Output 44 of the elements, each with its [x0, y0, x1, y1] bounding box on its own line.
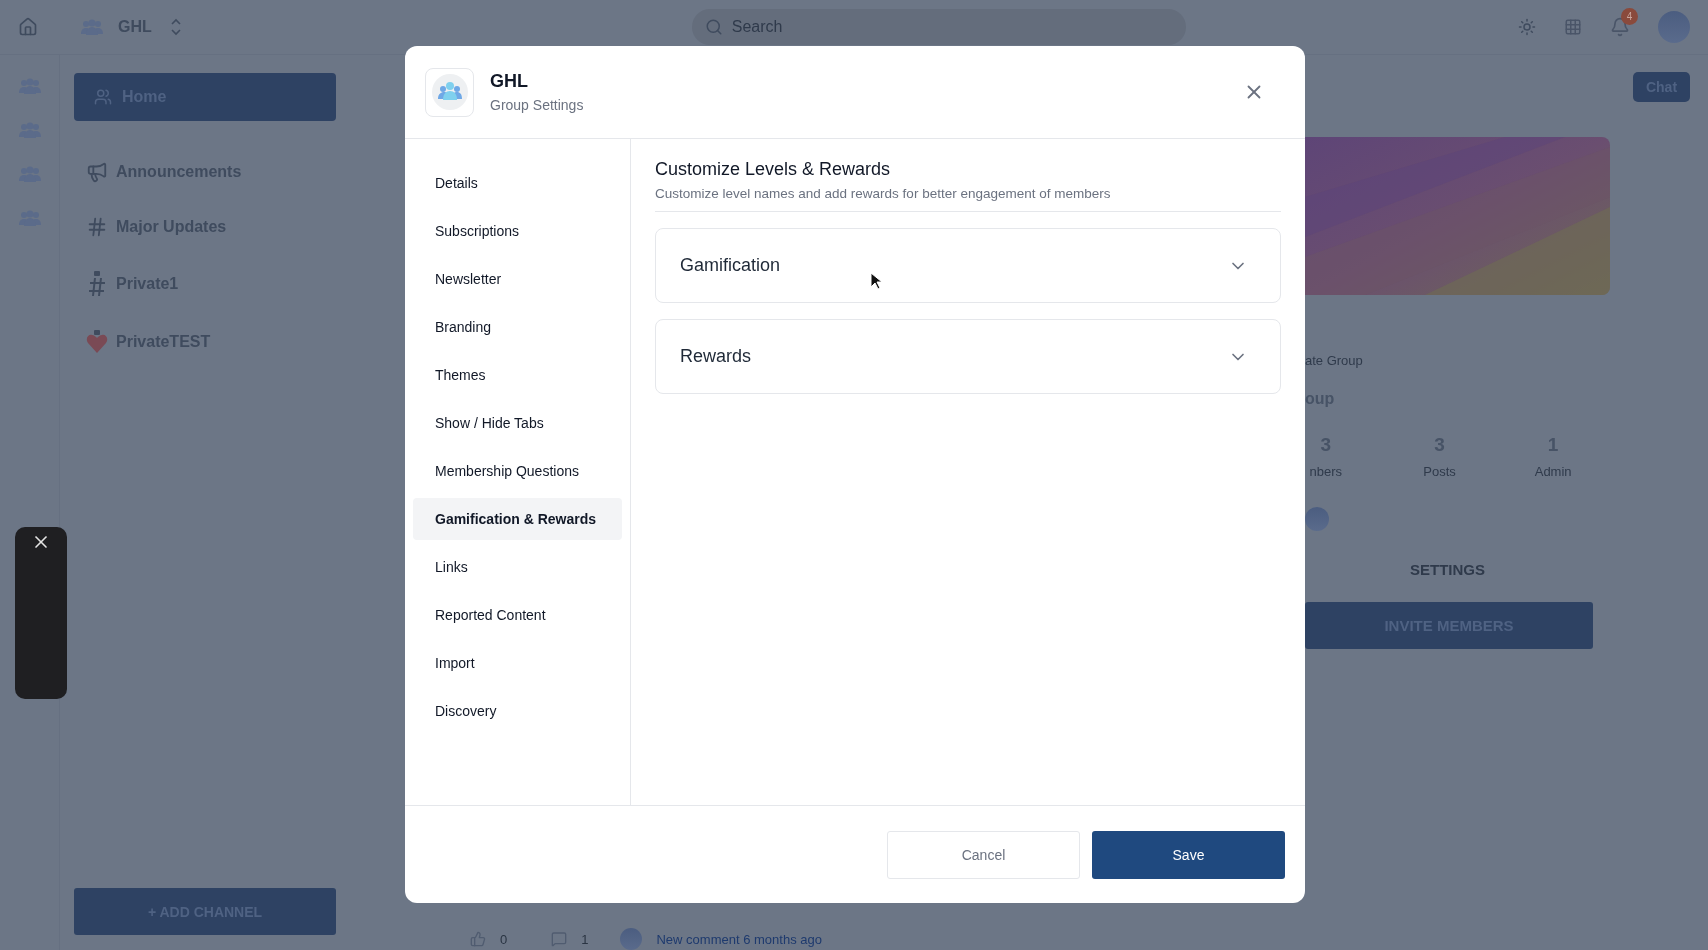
settings-nav-item[interactable]: Show / Hide Tabs — [413, 402, 622, 444]
megaphone-icon — [86, 161, 108, 183]
stat-label: Posts — [1423, 464, 1456, 479]
stat-label: nbers — [1309, 464, 1343, 479]
hash-icon — [86, 216, 108, 238]
home-icon[interactable] — [18, 17, 38, 37]
group-logo — [425, 67, 474, 117]
accordion-header[interactable]: Rewards — [655, 319, 1281, 394]
settings-nav-item[interactable]: Gamification & Rewards — [413, 498, 622, 540]
stat-label: Admin — [1534, 464, 1572, 479]
search-icon — [704, 18, 723, 36]
settings-nav-item[interactable]: Discovery — [413, 690, 622, 732]
dialog-subtitle: Group Settings — [490, 97, 584, 113]
avatar — [620, 928, 643, 950]
dialog-title: GHL — [490, 71, 529, 92]
save-button[interactable]: Save — [1092, 830, 1285, 879]
cancel-button[interactable]: Cancel — [887, 830, 1080, 879]
settings-nav-item[interactable]: Themes — [413, 354, 622, 396]
like-icon[interactable] — [470, 931, 486, 947]
sun-icon[interactable] — [1518, 18, 1536, 36]
people-icon — [94, 88, 112, 106]
settings-nav-item[interactable]: Reported Content — [413, 594, 622, 636]
avatar[interactable] — [1658, 11, 1690, 43]
locked-heart-icon — [86, 330, 108, 354]
settings-nav-item[interactable]: Subscriptions — [413, 210, 622, 252]
settings-nav-item[interactable]: Branding — [413, 306, 622, 348]
settings-nav-item[interactable]: Details — [413, 162, 622, 204]
like-count: 0 — [500, 931, 508, 947]
switch-icon[interactable] — [169, 18, 182, 36]
settings-nav-item[interactable]: Newsletter — [413, 258, 622, 300]
comment-count: 1 — [581, 931, 589, 947]
accordion-header[interactable]: Gamification — [655, 228, 1281, 303]
settings-nav-item[interactable]: Membership Questions — [413, 450, 622, 492]
group-type: ate Group — [1305, 353, 1364, 368]
pointer-icon — [870, 272, 882, 290]
avatar — [1305, 507, 1329, 531]
section-title: Customize Levels & Rewards — [655, 159, 892, 180]
settings-nav-item[interactable]: Import — [413, 642, 622, 684]
locked-hash-icon — [86, 271, 108, 297]
comment-icon[interactable] — [551, 931, 568, 947]
apps-icon[interactable] — [1564, 18, 1582, 36]
settings-nav-item[interactable]: Links — [413, 546, 622, 588]
section-subtitle: Customize level names and add rewards for better engagement of members — [655, 186, 1281, 212]
notification-count: 4 — [1621, 8, 1638, 25]
